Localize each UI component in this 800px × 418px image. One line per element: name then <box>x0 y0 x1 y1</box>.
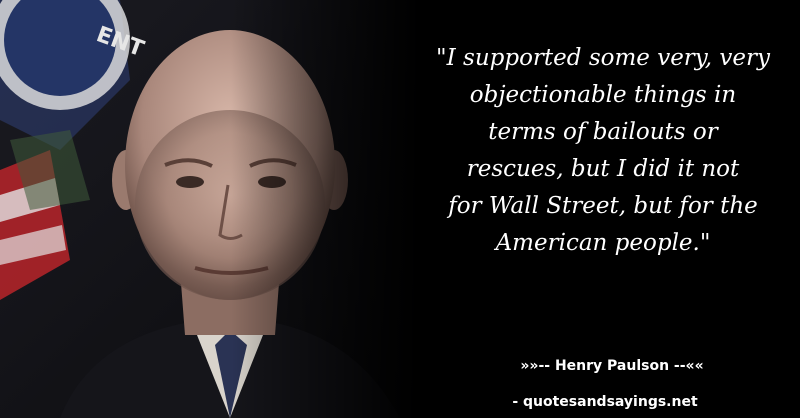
portrait-photo: ENT <box>0 0 420 418</box>
quote-line: for Wall Street, but for the <box>448 193 758 219</box>
quote-text: "I supported some very, very objectionab… <box>418 40 788 262</box>
portrait-illustration: ENT <box>0 0 420 418</box>
quote-line: terms of bailouts or <box>488 119 718 145</box>
source-watermark: - quotesandsayings.net <box>512 394 698 410</box>
quote-author: »»-- Henry Paulson --«« <box>520 358 704 374</box>
quote-line: rescues, but I did it not <box>466 156 740 182</box>
quote-line: "I supported some very, very <box>436 45 770 71</box>
quote-line: objectionable things in <box>469 82 737 108</box>
quote-card: ENT <box>0 0 800 418</box>
quote-line: American people." <box>495 230 711 256</box>
